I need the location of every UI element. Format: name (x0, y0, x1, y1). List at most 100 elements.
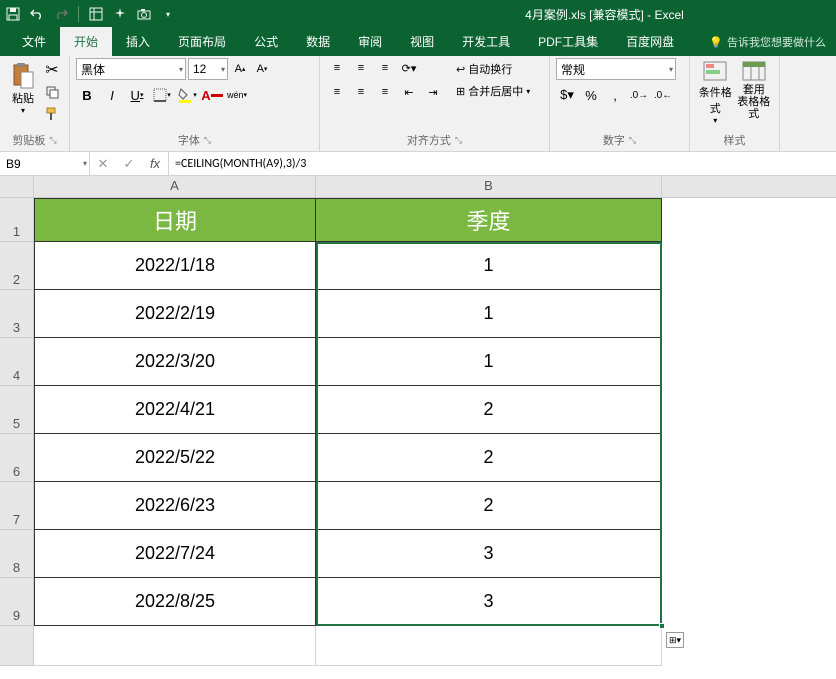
fill-handle[interactable] (659, 623, 665, 629)
underline-button[interactable]: U▾ (126, 84, 148, 106)
undo-icon[interactable] (28, 5, 46, 23)
font-launcher-icon[interactable]: ⤡ (204, 135, 211, 146)
align-middle-icon[interactable]: ≡ (350, 58, 372, 78)
save-icon[interactable] (4, 5, 22, 23)
redo-icon[interactable] (52, 5, 70, 23)
cancel-formula-icon[interactable]: ✕ (90, 156, 116, 172)
data-cell[interactable]: 3 (316, 578, 662, 626)
row-header[interactable]: 1 (0, 198, 34, 242)
row-header[interactable]: 9 (0, 578, 34, 626)
align-top-icon[interactable]: ≡ (326, 58, 348, 78)
camera-icon[interactable] (135, 5, 153, 23)
align-bottom-icon[interactable]: ≡ (374, 58, 396, 78)
tab-home[interactable]: 开始 (60, 27, 112, 56)
align-center-icon[interactable]: ≡ (350, 82, 372, 102)
tab-data[interactable]: 数据 (292, 27, 344, 56)
data-cell[interactable]: 2022/1/18 (34, 242, 316, 290)
col-header-blank[interactable] (662, 176, 836, 198)
tab-page-layout[interactable]: 页面布局 (164, 27, 240, 56)
row-header[interactable]: 6 (0, 434, 34, 482)
comma-format-icon[interactable]: , (604, 84, 626, 106)
data-cell[interactable]: 1 (316, 338, 662, 386)
fx-icon[interactable]: fx (142, 156, 168, 171)
sparkle-icon[interactable] (111, 5, 129, 23)
data-cell[interactable]: 2022/6/23 (34, 482, 316, 530)
tab-formulas[interactable]: 公式 (240, 27, 292, 56)
tab-view[interactable]: 视图 (396, 27, 448, 56)
data-cell[interactable]: 2022/4/21 (34, 386, 316, 434)
row-header-blank[interactable] (0, 626, 34, 666)
data-cell[interactable]: 2 (316, 386, 662, 434)
paste-button[interactable]: 粘贴 ▾ (6, 58, 40, 126)
data-cell[interactable]: 3 (316, 530, 662, 578)
font-color-button[interactable]: A (201, 84, 223, 106)
decrease-font-icon[interactable]: A▾ (252, 59, 272, 79)
autofill-options-icon[interactable]: ⊞▾ (666, 632, 684, 648)
data-cell[interactable]: 2022/3/20 (34, 338, 316, 386)
data-cell[interactable]: 2022/5/22 (34, 434, 316, 482)
worksheet-grid[interactable]: A B 1 日期 季度 2 2022/1/18 1 3 2022/2/19 1 … (0, 176, 836, 666)
decrease-decimal-icon[interactable]: .0← (652, 84, 674, 106)
wrap-text-button[interactable]: ↩自动换行 (450, 58, 536, 80)
increase-indent-icon[interactable]: ⇥ (422, 82, 444, 102)
data-cell[interactable]: 2022/7/24 (34, 530, 316, 578)
number-format-combo[interactable]: 常规▾ (556, 58, 676, 80)
row-header[interactable]: 2 (0, 242, 34, 290)
merge-center-button[interactable]: ⊞合并后居中▾ (450, 80, 536, 102)
name-box[interactable]: B9▾ (0, 152, 90, 175)
increase-decimal-icon[interactable]: .0→ (628, 84, 650, 106)
tab-baidu[interactable]: 百度网盘 (612, 27, 688, 56)
format-painter-icon[interactable] (42, 104, 62, 124)
font-name-combo[interactable]: 黑体▾ (76, 58, 186, 80)
format-table-button[interactable]: 套用 表格格式 (735, 58, 774, 126)
ribbon: 粘贴 ▾ ✂ 剪贴板⤡ 黑体▾ 12▾ A▴ A▾ B I (0, 56, 836, 152)
percent-format-icon[interactable]: % (580, 84, 602, 106)
col-header-b[interactable]: B (316, 176, 662, 198)
row-header[interactable]: 3 (0, 290, 34, 338)
tab-pdf[interactable]: PDF工具集 (524, 27, 612, 56)
tab-file[interactable]: 文件 (8, 27, 60, 56)
cut-icon[interactable]: ✂ (42, 60, 62, 80)
bold-button[interactable]: B (76, 84, 98, 106)
data-cell[interactable]: 2 (316, 482, 662, 530)
italic-button[interactable]: I (101, 84, 123, 106)
row-header[interactable]: 8 (0, 530, 34, 578)
data-cell[interactable]: 1 (316, 290, 662, 338)
qat-customize-icon[interactable]: ▾ (159, 5, 177, 23)
decrease-indent-icon[interactable]: ⇤ (398, 82, 420, 102)
data-cell[interactable]: 2022/8/25 (34, 578, 316, 626)
data-cell[interactable]: 2 (316, 434, 662, 482)
select-all-corner[interactable] (0, 176, 34, 198)
row-header[interactable]: 5 (0, 386, 34, 434)
borders-button[interactable]: ▾ (151, 84, 173, 106)
tab-review[interactable]: 审阅 (344, 27, 396, 56)
font-size-combo[interactable]: 12▾ (188, 58, 228, 80)
alignment-launcher-icon[interactable]: ⤡ (455, 135, 462, 146)
orientation-icon[interactable]: ⟳▾ (398, 58, 420, 78)
tell-me-search[interactable]: 💡 告诉我您想要做什么 (699, 28, 836, 56)
increase-font-icon[interactable]: A▴ (230, 59, 250, 79)
col-header-a[interactable]: A (34, 176, 316, 198)
align-left-icon[interactable]: ≡ (326, 82, 348, 102)
phonetic-button[interactable]: wén▾ (226, 84, 248, 106)
data-cell[interactable]: 1 (316, 242, 662, 290)
wrap-icon: ↩ (456, 63, 465, 76)
formula-input[interactable]: =CEILING(MONTH(A9),3)/3 (169, 152, 836, 175)
copy-icon[interactable] (42, 82, 62, 102)
row-header[interactable]: 7 (0, 482, 34, 530)
conditional-format-button[interactable]: 条件格式▾ (696, 58, 735, 126)
accounting-format-icon[interactable]: $▾ (556, 84, 578, 106)
form-icon[interactable] (87, 5, 105, 23)
clipboard-launcher-icon[interactable]: ⤡ (49, 135, 56, 146)
align-right-icon[interactable]: ≡ (374, 82, 396, 102)
tab-developer[interactable]: 开发工具 (448, 27, 524, 56)
data-cell[interactable]: 2022/2/19 (34, 290, 316, 338)
window-title: 4月案例.xls [兼容模式] - Excel (377, 6, 832, 23)
number-launcher-icon[interactable]: ⤡ (629, 135, 636, 146)
row-header[interactable]: 4 (0, 338, 34, 386)
tab-insert[interactable]: 插入 (112, 27, 164, 56)
enter-formula-icon[interactable]: ✓ (116, 156, 142, 172)
header-cell-date[interactable]: 日期 (34, 198, 316, 242)
header-cell-quarter[interactable]: 季度 (316, 198, 662, 242)
fill-color-button[interactable]: ▾ (176, 84, 198, 106)
